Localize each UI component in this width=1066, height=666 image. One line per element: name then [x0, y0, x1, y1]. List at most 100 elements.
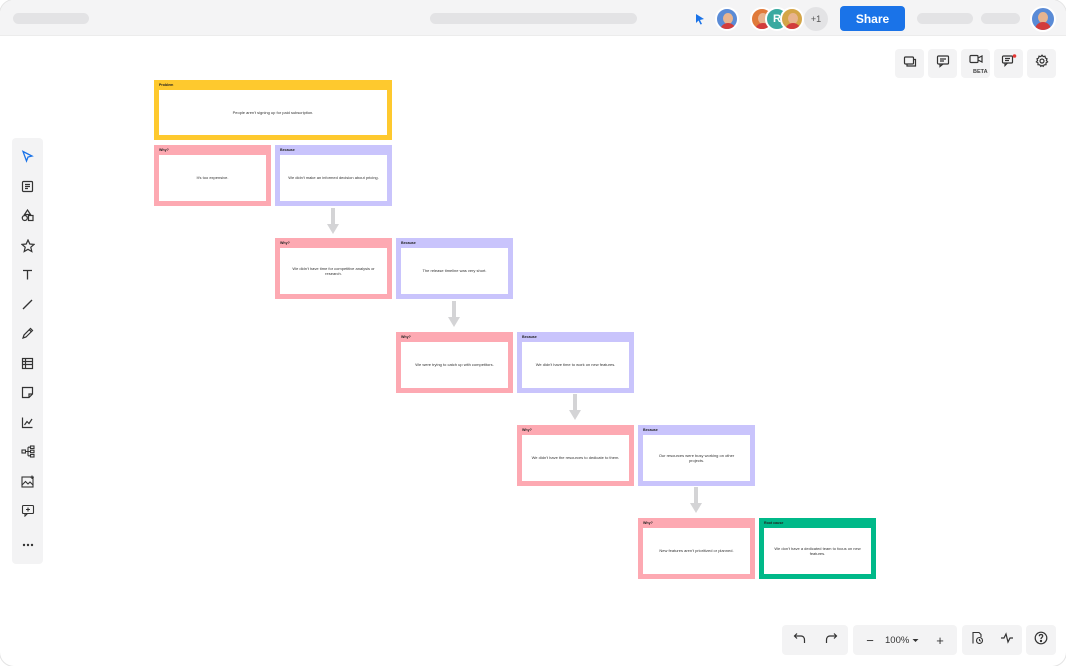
profile-avatar[interactable]	[1030, 6, 1056, 32]
redo-icon	[825, 631, 838, 649]
help-button[interactable]	[1026, 625, 1056, 655]
image-icon	[20, 475, 35, 493]
card-text[interactable]: We were trying to catch up with competit…	[401, 342, 508, 388]
image-tool[interactable]	[12, 472, 43, 496]
card-text[interactable]: New features aren't prioritized or plann…	[643, 528, 750, 574]
embed-icon	[21, 504, 35, 522]
sticky-note-tool[interactable]	[12, 383, 43, 407]
video-icon	[968, 52, 983, 70]
mind-map-tool[interactable]	[12, 442, 43, 466]
toolbar-placeholder[interactable]	[981, 13, 1020, 24]
star-icon	[20, 238, 35, 258]
card-text[interactable]: We didn't have the resources to dedicate…	[522, 435, 629, 481]
undo-redo-group	[782, 625, 848, 655]
version-history-button[interactable]	[962, 625, 992, 655]
help-group	[1026, 625, 1056, 655]
activity-icon	[1000, 631, 1014, 649]
zoom-level-dropdown[interactable]: 100%	[885, 625, 919, 655]
down-arrow-connector[interactable]	[569, 394, 581, 421]
line-tool[interactable]	[12, 295, 43, 319]
pen-tool[interactable]	[12, 324, 43, 348]
chat-icon	[1001, 54, 1017, 73]
undo-button[interactable]	[784, 625, 814, 655]
down-arrow-connector[interactable]	[690, 487, 702, 514]
zoom-level: 100%	[885, 634, 910, 646]
zoom-in-button[interactable]: +	[925, 625, 955, 655]
shapes-tool[interactable]	[12, 206, 43, 230]
pages-icon	[903, 54, 917, 73]
current-user-avatar[interactable]	[715, 7, 739, 31]
why-card-5[interactable]: Why? New features aren't prioritized or …	[638, 518, 755, 579]
down-arrow-connector[interactable]	[448, 301, 460, 328]
why-card-2[interactable]: Why? We didn't have time for competitive…	[275, 238, 392, 299]
down-arrow-connector[interactable]	[327, 208, 339, 235]
templates-tool[interactable]	[12, 177, 43, 201]
help-icon	[1034, 631, 1048, 650]
zoom-out-button[interactable]: −	[855, 625, 885, 655]
pages-button[interactable]	[895, 49, 924, 78]
card-text[interactable]: It's too expensive.	[159, 155, 266, 201]
share-button[interactable]: Share	[840, 6, 905, 31]
root-cause-card[interactable]: Root cause We don't have a dedicated tea…	[759, 518, 876, 579]
more-tools-button[interactable]	[12, 531, 43, 555]
card-title: Because	[643, 428, 658, 432]
card-title: Why?	[159, 148, 169, 152]
template-icon	[21, 180, 34, 198]
collaborator-avatar[interactable]	[780, 7, 804, 31]
card-text[interactable]: People aren't signing up for paid subscr…	[159, 90, 387, 135]
why-card-3[interactable]: Why? We were trying to catch up with com…	[396, 332, 513, 393]
because-card-4[interactable]: Because Our resources were busy working …	[638, 425, 755, 486]
settings-button[interactable]	[1027, 49, 1056, 78]
because-card-2[interactable]: Because The release timeline was very sh…	[396, 238, 513, 299]
card-title: Root cause	[764, 521, 784, 525]
card-title: Why?	[280, 241, 290, 245]
card-title: Because	[522, 335, 537, 339]
card-text[interactable]: We didn't have time to work on new featu…	[522, 342, 629, 388]
history-icon	[970, 631, 984, 650]
redo-button[interactable]	[816, 625, 846, 655]
card-title: Why?	[522, 428, 532, 432]
video-call-button[interactable]: BETA	[961, 49, 990, 78]
activity-button[interactable]	[992, 625, 1022, 655]
why-card-1[interactable]: Why? It's too expensive.	[154, 145, 271, 206]
more-collaborators-badge[interactable]: +1	[804, 7, 828, 31]
because-card-1[interactable]: Because We didn't make an informed decis…	[275, 145, 392, 206]
left-toolbar	[12, 138, 43, 564]
card-title: Why?	[401, 335, 411, 339]
settings-icon	[1034, 54, 1049, 73]
mind-map-icon	[20, 445, 35, 463]
comment-icon	[936, 54, 950, 73]
text-tool[interactable]	[12, 265, 43, 289]
sticky-note-icon	[21, 386, 34, 404]
cursor-mode-icon[interactable]	[694, 12, 706, 30]
problem-card[interactable]: Problem People aren't signing up for pai…	[154, 80, 392, 140]
stickers-tool[interactable]	[12, 236, 43, 260]
why-card-4[interactable]: Why? We didn't have the resources to ded…	[517, 425, 634, 486]
embed-tool[interactable]	[12, 501, 43, 525]
chart-icon	[21, 416, 34, 434]
select-tool[interactable]	[12, 147, 43, 171]
chart-tool[interactable]	[12, 413, 43, 437]
line-icon	[21, 298, 34, 316]
more-icon	[22, 534, 34, 552]
shapes-icon	[21, 208, 34, 227]
card-title: Because	[401, 241, 416, 245]
board-title-placeholder[interactable]	[13, 13, 89, 24]
because-card-3[interactable]: Because We didn't have time to work on n…	[517, 332, 634, 393]
card-text[interactable]: We didn't make an informed decision abou…	[280, 155, 387, 201]
card-text[interactable]: We don't have a dedicated team to focus …	[764, 528, 871, 574]
card-text[interactable]: Our resources were busy working on other…	[643, 435, 750, 481]
pen-icon	[21, 327, 34, 345]
table-icon	[21, 357, 34, 375]
card-text[interactable]: The release timeline was very short.	[401, 248, 508, 294]
app-window: R +1 Share BETA Problem People aren't si…	[0, 0, 1066, 666]
comments-button[interactable]	[928, 49, 957, 78]
toolbar-placeholder[interactable]	[917, 13, 973, 24]
table-tool[interactable]	[12, 354, 43, 378]
undo-icon	[793, 631, 806, 649]
card-text[interactable]: We didn't have time for competitive anal…	[280, 248, 387, 294]
cursor-icon	[21, 150, 34, 168]
breadcrumb-placeholder	[430, 13, 637, 24]
chat-button[interactable]	[994, 49, 1023, 78]
card-title: Problem	[159, 83, 174, 87]
